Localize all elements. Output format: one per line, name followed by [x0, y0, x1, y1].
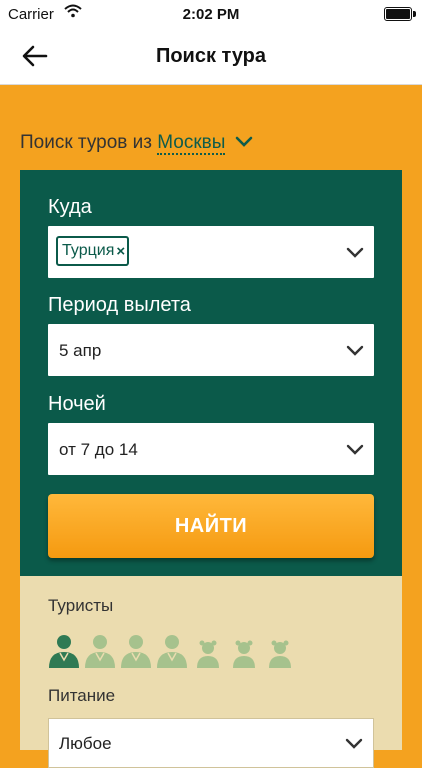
search-button[interactable]: НАЙТИ — [48, 494, 374, 558]
battery-icon — [384, 7, 416, 21]
status-bar: Carrier 2:02 PM — [0, 0, 422, 28]
period-select[interactable]: 5 апр — [48, 324, 374, 376]
chevron-down-icon — [346, 443, 364, 461]
period-value: 5 апр — [59, 341, 102, 360]
meal-label: Питание — [48, 686, 116, 705]
child-tourist-icon[interactable] — [226, 633, 262, 669]
chevron-down-icon[interactable] — [235, 132, 253, 154]
origin-selector: Поиск туров из Москвы — [20, 132, 253, 156]
destination-tag: Турция × — [56, 236, 130, 266]
nights-label: Ночей — [48, 393, 106, 415]
destination-select[interactable]: Турция × — [48, 226, 374, 278]
meal-select[interactable]: Любое — [48, 718, 374, 768]
extra-filters: Туристы Питание Любое — [20, 576, 402, 768]
chevron-down-icon — [345, 737, 363, 755]
origin-city-link[interactable]: Москвы — [157, 132, 226, 156]
period-label: Период вылета — [48, 294, 191, 316]
search-form: Куда Турция × Период вылета 5 апр Ночей … — [20, 170, 402, 576]
tourist-picker — [46, 633, 298, 669]
adult-tourist-icon[interactable] — [118, 633, 154, 669]
chevron-down-icon — [346, 246, 364, 264]
clock: 2:02 PM — [182, 6, 240, 23]
chevron-down-icon — [346, 344, 364, 362]
adult-tourist-icon[interactable] — [46, 633, 82, 669]
destination-label: Куда — [48, 196, 92, 218]
destination-tag-label: Турция — [62, 242, 115, 259]
adult-tourist-icon[interactable] — [154, 633, 190, 669]
tourists-label: Туристы — [48, 596, 114, 615]
nav-bar: Поиск тура — [0, 28, 422, 85]
child-tourist-icon[interactable] — [190, 633, 226, 669]
page-title: Поиск тура — [155, 45, 267, 67]
child-tourist-icon[interactable] — [262, 633, 298, 669]
remove-tag-icon[interactable]: × — [116, 243, 125, 260]
meal-value: Любое — [59, 734, 112, 753]
adult-tourist-icon[interactable] — [82, 633, 118, 669]
nights-select[interactable]: от 7 до 14 — [48, 423, 374, 475]
nights-value: от 7 до 14 — [59, 440, 138, 459]
origin-prefix: Поиск туров из — [20, 132, 152, 154]
